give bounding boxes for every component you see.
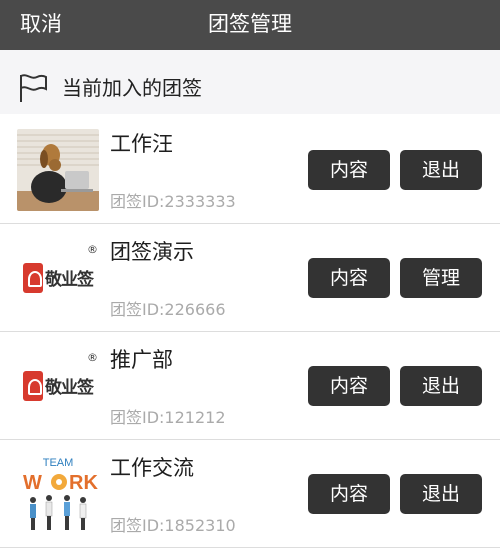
content-button[interactable]: 内容	[308, 150, 390, 190]
top-navigation-bar: 取消 团签管理	[0, 0, 500, 50]
dog-photo-thumbnail	[17, 129, 99, 211]
group-id: 团签ID:1852310	[110, 516, 236, 535]
logo-mark-icon	[23, 371, 43, 401]
dog-photo-image	[17, 129, 99, 211]
jingyeqian-logo-thumbnail: 敬业签 ®	[17, 345, 99, 427]
flag-icon	[20, 74, 47, 102]
group-name: 团签演示	[110, 240, 194, 264]
registered-mark: ®	[87, 351, 98, 364]
work-letter-w: W	[23, 472, 42, 494]
group-row: 敬业签 ® 推广部 团签ID:121212 内容 退出	[0, 332, 500, 440]
exit-button[interactable]: 退出	[400, 150, 482, 190]
group-id: 团签ID:226666	[110, 300, 226, 319]
group-row: 工作汪 团签ID:2333333 内容 退出	[0, 116, 500, 224]
logo-text: 敬业签	[45, 378, 94, 398]
group-name: 推广部	[110, 348, 173, 372]
jingyeqian-logo-thumbnail: 敬业签 ®	[17, 237, 99, 319]
group-list: 工作汪 团签ID:2333333 内容 退出 敬业签 ® 团签演示 团签ID:2…	[0, 116, 500, 548]
group-id: 团签ID:2333333	[110, 192, 236, 211]
logo-mark-icon	[23, 263, 43, 293]
team-word: TEAM	[43, 457, 74, 469]
group-name: 工作汪	[110, 132, 173, 156]
page-title: 团签管理	[208, 12, 292, 36]
section-header: 当前加入的团签	[0, 50, 500, 114]
exit-button[interactable]: 退出	[400, 366, 482, 406]
content-button[interactable]: 内容	[308, 474, 390, 514]
content-button[interactable]: 内容	[308, 258, 390, 298]
team-work-thumbnail: TEAM W RK	[17, 453, 99, 535]
exit-button[interactable]: 退出	[400, 474, 482, 514]
registered-mark: ®	[87, 243, 98, 256]
work-letters-rk: RK	[69, 472, 98, 494]
group-name: 工作交流	[110, 456, 194, 480]
logo-text: 敬业签	[45, 270, 94, 290]
content-button[interactable]: 内容	[308, 366, 390, 406]
group-id: 团签ID:121212	[110, 408, 226, 427]
section-title: 当前加入的团签	[62, 76, 202, 100]
group-row: 敬业签 ® 团签演示 团签ID:226666 内容 管理	[0, 224, 500, 332]
group-row: TEAM W RK 工作交流 团签ID:1852310 内容 退出	[0, 440, 500, 548]
manage-button[interactable]: 管理	[400, 258, 482, 298]
team-work-image: TEAM W RK	[17, 453, 99, 535]
